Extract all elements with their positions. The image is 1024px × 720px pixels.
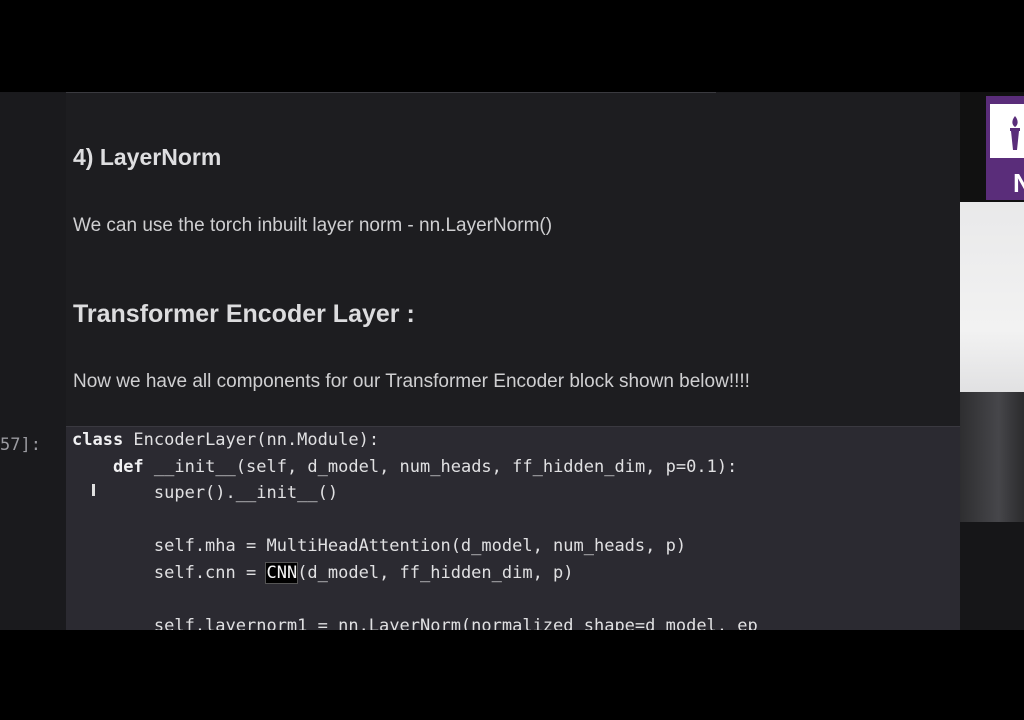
presenter-panel: NY — [960, 92, 1024, 630]
presenter-video-lower — [960, 522, 1024, 630]
university-logo: NY — [986, 96, 1024, 200]
text-cursor — [92, 484, 95, 496]
presenter-video-shadow — [960, 392, 1024, 522]
layernorm-description: We can use the torch inbuilt layer norm … — [73, 215, 553, 236]
cell-prompt: 57]: — [0, 435, 41, 455]
torch-icon — [1010, 116, 1020, 150]
code-cell[interactable]: class EncoderLayer(nn.Module): def __ini… — [66, 426, 960, 630]
letterbox-top — [0, 0, 1024, 92]
notebook-frame: 4) LayerNorm We can use the torch inbuil… — [0, 92, 1024, 630]
cell-divider — [66, 92, 716, 93]
heading-layernorm: 4) LayerNorm — [73, 144, 222, 170]
highlighted-token: CNN — [265, 561, 299, 584]
code-keyword: class — [72, 430, 124, 450]
prompt-gutter — [0, 92, 66, 630]
code-editor[interactable]: class EncoderLayer(nn.Module): def __ini… — [72, 427, 758, 630]
encoder-description: Now we have all components for our Trans… — [73, 371, 750, 392]
heading-transformer-encoder: Transformer Encoder Layer : — [73, 300, 415, 328]
logo-background — [990, 104, 1024, 158]
code-keyword: def — [112, 456, 144, 477]
logo-text: NY — [1013, 168, 1024, 198]
letterbox-bottom — [0, 630, 1024, 720]
